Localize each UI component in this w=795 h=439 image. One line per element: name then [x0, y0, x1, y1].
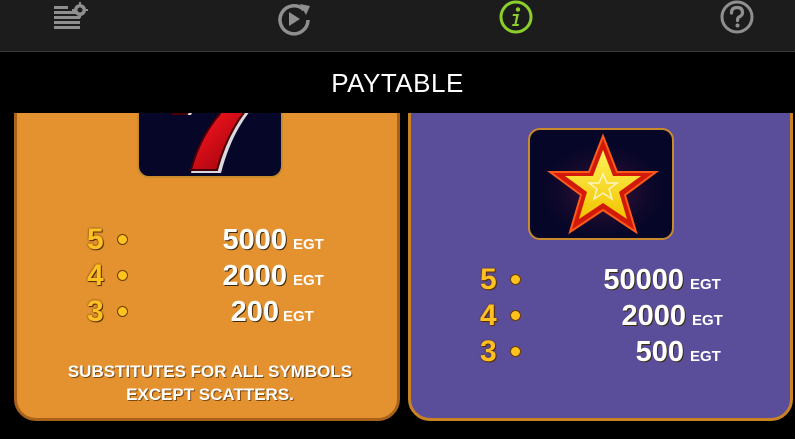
info-icon[interactable]	[494, 0, 538, 36]
pay-amount: 5000	[222, 224, 287, 256]
pay-currency: EGT	[293, 236, 324, 253]
pay-row: 4 2000 EGT	[87, 259, 347, 293]
pay-currency: EGT	[690, 348, 721, 365]
pay-count: 4	[87, 259, 104, 292]
red-seven-symbol-icon	[137, 113, 283, 178]
pay-row: 3 200 EGT	[87, 295, 347, 329]
scatter-symbol-panel: 5 50000 EGT 4 2000 EGT 3 500 EGT	[408, 113, 793, 421]
paytable-title-bar: PAYTABLE	[0, 53, 795, 113]
pay-row: 5 50000 EGT	[480, 263, 740, 297]
gold-star-symbol-icon	[528, 128, 674, 240]
toolbar	[0, 0, 795, 52]
wild-description-line: EXCEPT SCATTERS.	[126, 385, 294, 404]
pay-count: 4	[480, 299, 497, 332]
pay-amount: 50000	[603, 264, 684, 296]
bullet-dot-icon	[117, 234, 128, 245]
wild-symbol-panel: 5 5000 EGT 4 2000 EGT 3 200 EGT SUBSTITU…	[14, 113, 400, 421]
pay-row: 4 2000 EGT	[480, 299, 740, 333]
pay-currency: EGT	[293, 272, 324, 289]
pay-currency: EGT	[692, 312, 723, 329]
bullet-dot-icon	[117, 306, 128, 317]
help-icon[interactable]	[715, 0, 759, 36]
pay-amount: 2000	[222, 260, 287, 292]
pay-count: 5	[87, 223, 104, 256]
replay-icon[interactable]	[272, 0, 316, 36]
pay-count: 3	[480, 335, 497, 368]
settings-lines-icon[interactable]	[50, 0, 94, 36]
pay-amount: 2000	[621, 300, 686, 332]
pay-row: 3 500 EGT	[480, 335, 740, 369]
bullet-dot-icon	[117, 270, 128, 281]
paytable-content[interactable]: 5 5000 EGT 4 2000 EGT 3 200 EGT SUBSTITU…	[0, 113, 795, 439]
pay-amount: 200	[230, 296, 279, 328]
pay-amount: 500	[635, 336, 684, 368]
pay-row: 5 5000 EGT	[87, 223, 347, 257]
pay-currency: EGT	[690, 276, 721, 293]
page-title: PAYTABLE	[331, 67, 464, 98]
bullet-dot-icon	[510, 274, 521, 285]
bullet-dot-icon	[510, 346, 521, 357]
bullet-dot-icon	[510, 310, 521, 321]
pay-count: 5	[480, 263, 497, 296]
wild-description-line: SUBSTITUTES FOR ALL SYMBOLS	[67, 362, 353, 381]
pay-currency: EGT	[283, 308, 314, 325]
pay-count: 3	[87, 295, 104, 328]
wild-description: SUBSTITUTES FOR ALL SYMBOLS EXCEPT SCATT…	[37, 360, 383, 406]
